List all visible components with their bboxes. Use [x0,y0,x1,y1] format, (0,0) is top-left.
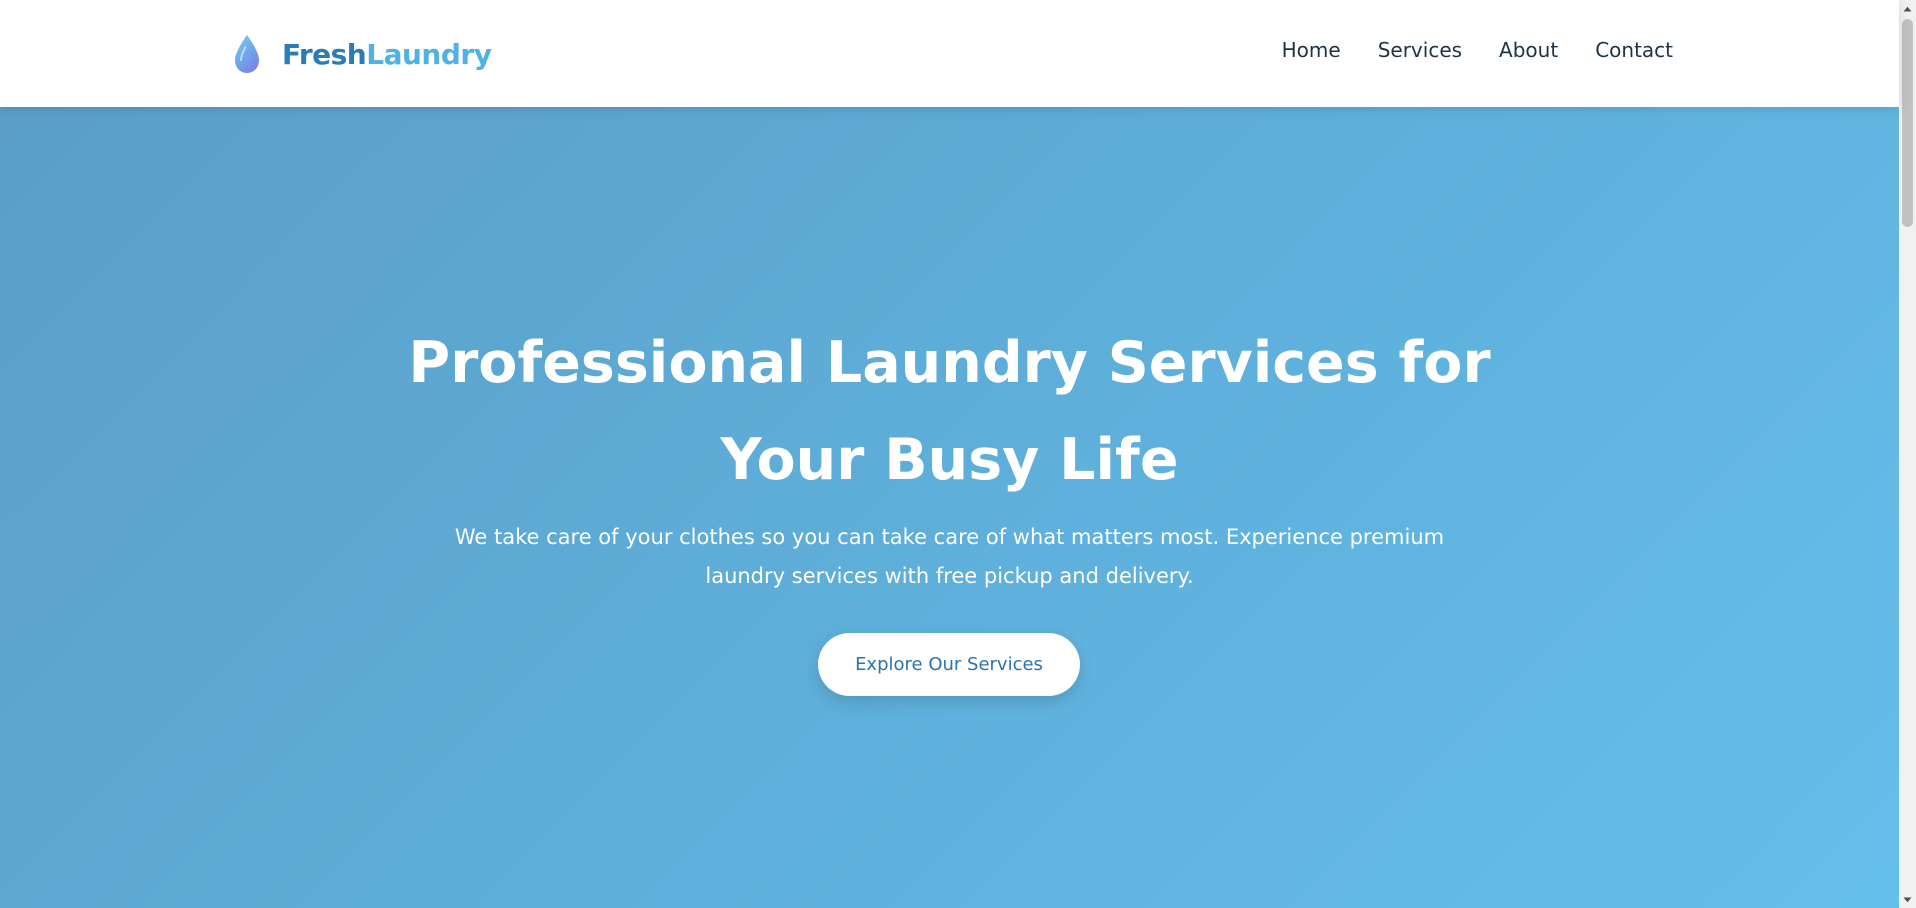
site-header: FreshLaundry Home Services About Contact [0,0,1899,107]
nav-link-home[interactable]: Home [1282,38,1341,62]
main-nav: Home Services About Contact [1282,38,1673,62]
page: FreshLaundry Home Services About Contact… [0,0,1916,908]
hero-subtitle-line1: We take care of your clothes so you can … [454,525,1445,549]
hero-subtitle: We take care of your clothes so you can … [440,518,1459,596]
hero-title-line2: Your Busy Life [720,427,1179,493]
explore-services-button[interactable]: Explore Our Services [818,633,1080,696]
scroll-down-arrow-icon[interactable] [1899,891,1916,908]
hero-title: Professional Laundry Services for Your B… [0,315,1899,509]
viewport-content: FreshLaundry Home Services About Contact… [0,0,1899,908]
nav-link-contact[interactable]: Contact [1595,38,1673,62]
brand-name-part1: Fresh [282,37,367,71]
hero-subtitle-line2: laundry services with free pickup and de… [705,564,1194,588]
hero-title-line1: Professional Laundry Services for [408,330,1491,396]
nav-link-about[interactable]: About [1499,38,1558,62]
nav-link-services[interactable]: Services [1378,38,1462,62]
scrollbar-thumb[interactable] [1902,19,1913,227]
brand-name: FreshLaundry [282,37,492,71]
hero-section: Professional Laundry Services for Your B… [0,107,1899,908]
water-drop-icon [235,35,259,73]
brand-name-part2: Laundry [366,37,492,71]
scroll-up-arrow-icon[interactable] [1899,0,1916,17]
vertical-scrollbar[interactable] [1899,0,1916,908]
site-logo[interactable]: FreshLaundry [232,33,492,75]
